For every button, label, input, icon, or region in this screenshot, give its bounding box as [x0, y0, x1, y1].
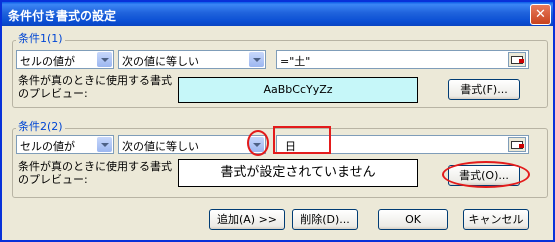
chevron-down-icon[interactable] — [97, 137, 112, 152]
title-bar[interactable]: 条件付き書式の設定 ✕ — [2, 2, 553, 26]
condition1-type-select[interactable]: セルの値が — [16, 50, 114, 69]
condition1-legend: 条件1(1) — [16, 30, 65, 46]
range-select-icon[interactable] — [508, 137, 526, 152]
condition2-preview-text: 書式が設定されていません — [220, 165, 376, 180]
condition2-operator-value: 次の値に等しい — [122, 140, 199, 153]
annotation-circle-dropdown — [247, 130, 269, 156]
conditional-format-dialog: 条件付き書式の設定 ✕ 条件1(1) セルの値が 次の値に等しい ="土" 条件… — [0, 0, 555, 242]
condition1-preview-label: 条件が真のときに使用する書式のプレビュー: — [18, 74, 172, 100]
condition2-type-select[interactable]: セルの値が — [16, 135, 114, 154]
window-title: 条件付き書式の設定 — [8, 9, 117, 23]
condition2-legend: 条件2(2) — [16, 118, 65, 134]
condition1-preview-text: AaBbCcYyZz — [263, 83, 333, 96]
close-icon[interactable]: ✕ — [530, 4, 551, 25]
condition1-operator-value: 次の値に等しい — [122, 55, 199, 68]
condition2-preview-label: 条件が真のときに使用する書式のプレビュー: — [18, 160, 172, 186]
condition2-operator-select[interactable]: 次の値に等しい — [118, 135, 266, 154]
cancel-button[interactable]: キャンセル — [463, 209, 529, 230]
condition1-value-input[interactable]: ="土" — [276, 50, 529, 69]
delete-button[interactable]: 削除(D)... — [292, 209, 358, 230]
condition1-value-text: ="土" — [280, 55, 311, 68]
condition1-format-button[interactable]: 書式(F)... — [448, 79, 520, 100]
annotation-box-value — [273, 126, 331, 154]
condition1-operator-select[interactable]: 次の値に等しい — [118, 50, 266, 69]
condition2-preview: 書式が設定されていません — [178, 159, 418, 187]
range-select-icon[interactable] — [508, 52, 526, 67]
condition1-preview: AaBbCcYyZz — [178, 77, 418, 103]
condition2-type-value: セルの値が — [20, 140, 75, 153]
ok-button[interactable]: OK — [378, 209, 448, 230]
annotation-oval-format — [442, 161, 530, 188]
chevron-down-icon[interactable] — [97, 52, 112, 67]
condition1-type-value: セルの値が — [20, 55, 75, 68]
add-button[interactable]: 追加(A) >> — [209, 209, 285, 230]
chevron-down-icon[interactable] — [249, 52, 264, 67]
